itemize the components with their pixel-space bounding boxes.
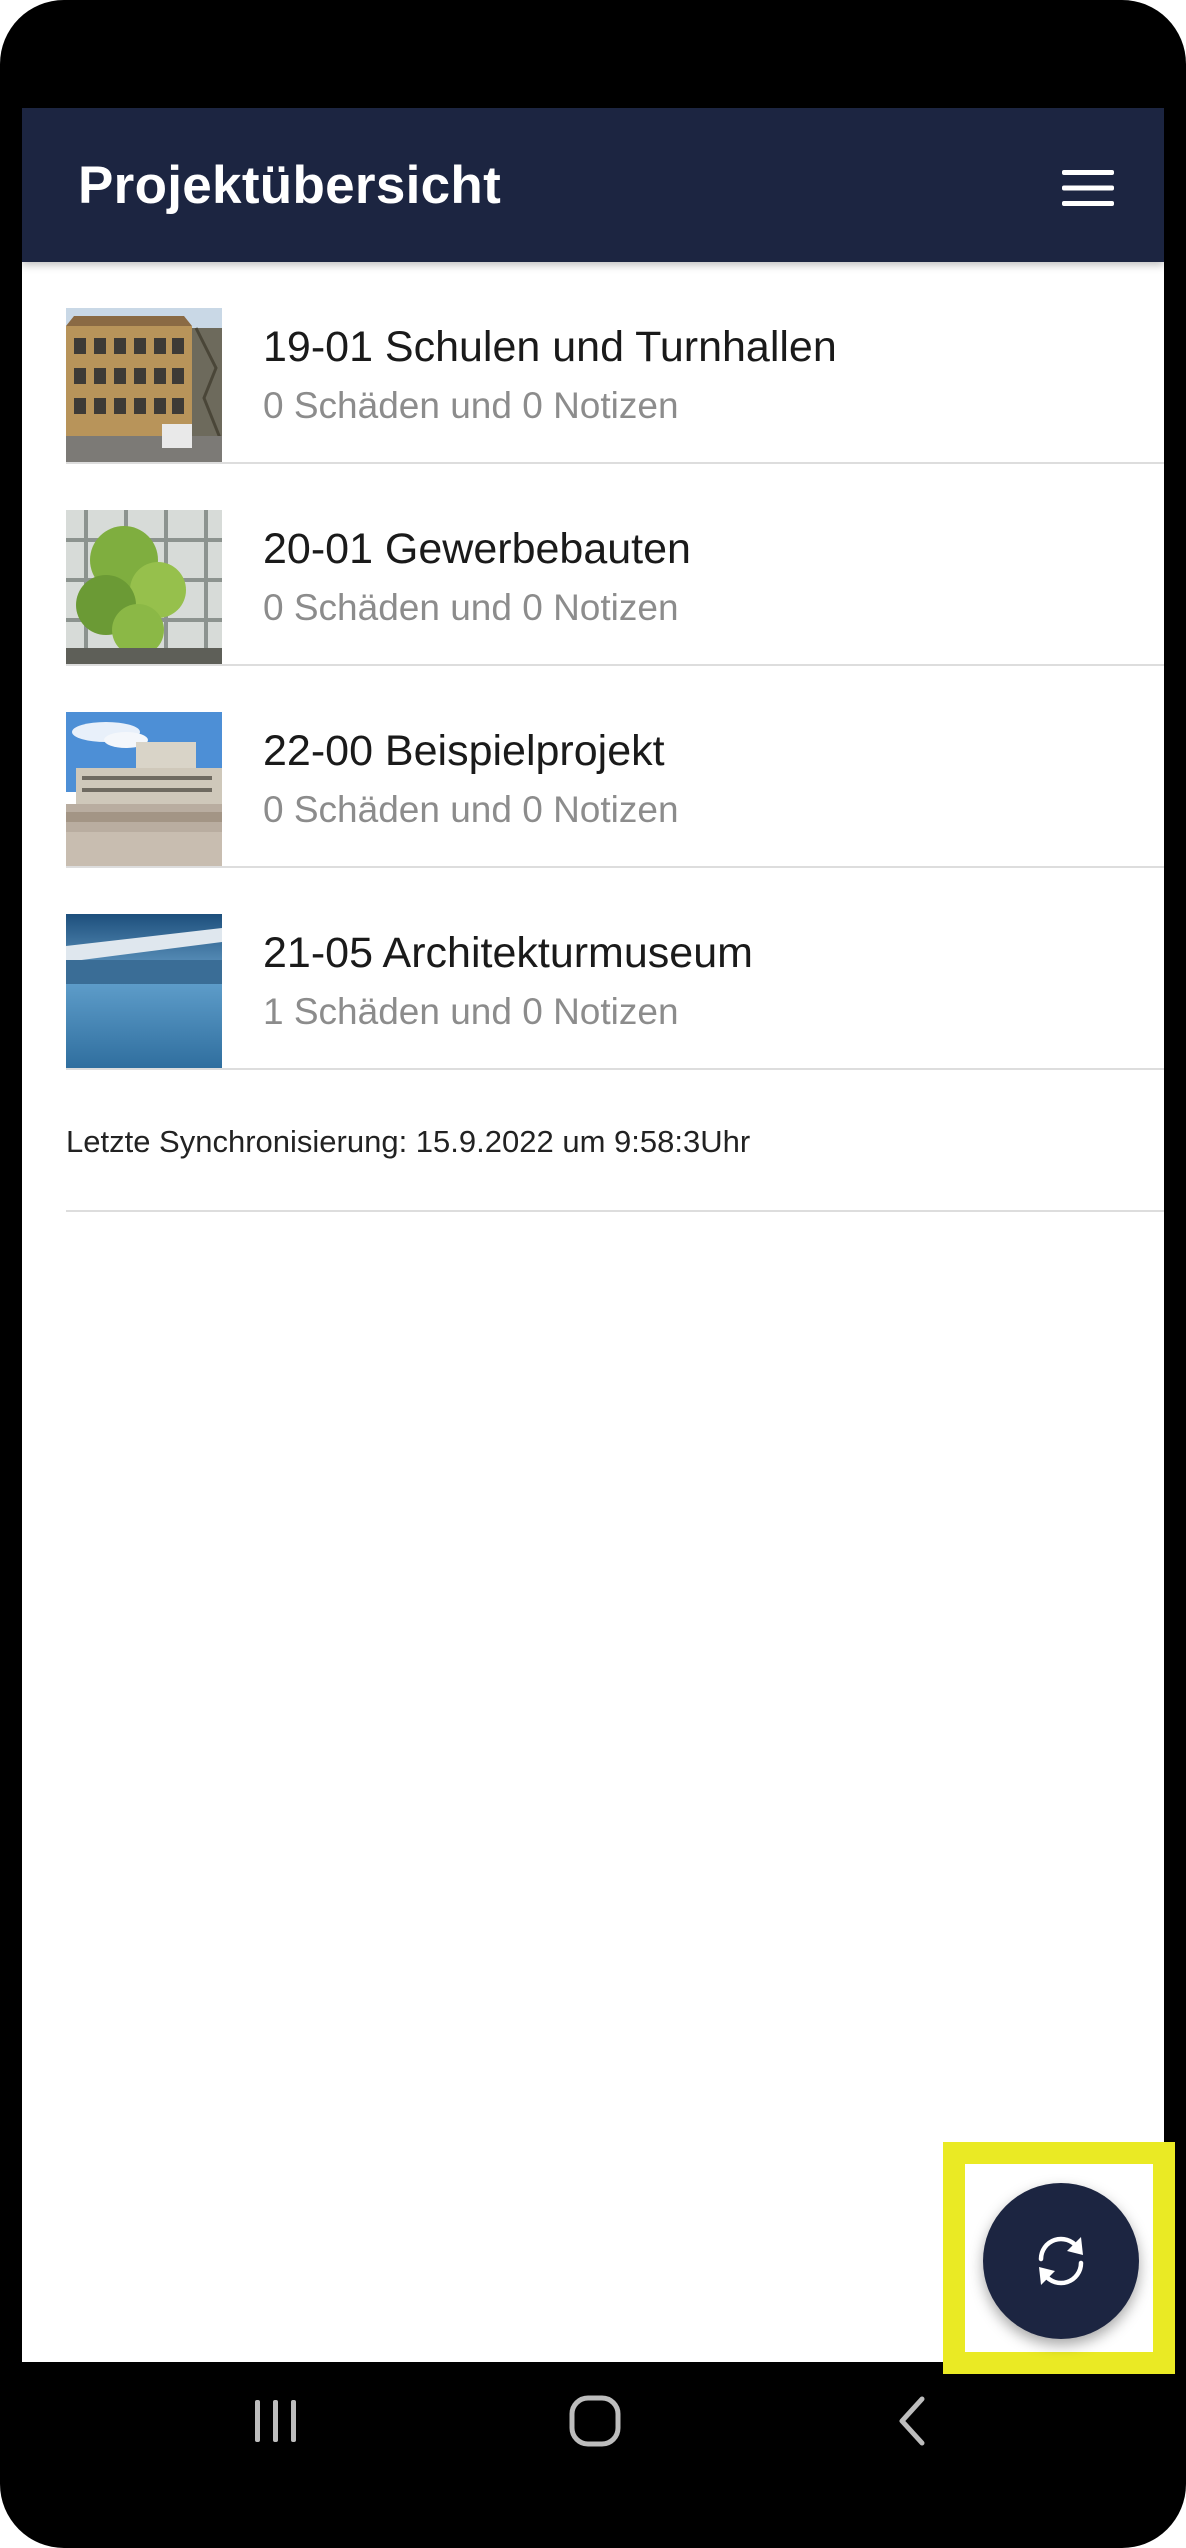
home-icon [569, 2395, 621, 2447]
project-title: 22-00 Beispielprojekt [263, 727, 665, 775]
project-item[interactable]: 19-01 Schulen und Turnhallen 0 Schäden u… [22, 262, 1164, 464]
project-thumbnail [66, 712, 222, 867]
system-nav-bar [22, 2362, 1164, 2480]
project-title: 21-05 Architekturmuseum [263, 929, 753, 977]
sync-status: Letzte Synchronisierung: 15.9.2022 um 9:… [22, 1070, 1164, 1212]
project-title: 20-01 Gewerbebauten [263, 525, 691, 573]
project-subtitle: 0 Schäden und 0 Notizen [263, 587, 679, 628]
project-thumbnail [66, 914, 222, 1069]
recents-icon [255, 2400, 296, 2442]
back-button[interactable] [832, 2362, 992, 2480]
project-list: 19-01 Schulen und Turnhallen 0 Schäden u… [22, 262, 1164, 1212]
phone-frame: Projektübersicht 19-01 Schulen und Turnh… [0, 0, 1186, 2548]
app-bar: Projektübersicht [22, 108, 1164, 262]
divider [66, 1210, 1164, 1212]
sync-button[interactable] [983, 2183, 1139, 2339]
page-title: Projektübersicht [78, 156, 502, 215]
back-icon [899, 2396, 925, 2446]
recents-button[interactable] [196, 2362, 356, 2480]
last-sync-text: Letzte Synchronisierung: 15.9.2022 um 9:… [66, 1124, 751, 1159]
hamburger-menu-icon [1062, 170, 1114, 206]
project-subtitle: 0 Schäden und 0 Notizen [263, 385, 679, 426]
project-subtitle: 1 Schäden und 0 Notizen [263, 991, 679, 1032]
sync-icon [1038, 2236, 1084, 2286]
project-thumbnail [66, 510, 222, 665]
project-item[interactable]: 20-01 Gewerbebauten 0 Schäden und 0 Noti… [22, 464, 1164, 666]
project-item[interactable]: 22-00 Beispielprojekt 0 Schäden und 0 No… [22, 666, 1164, 868]
project-title: 19-01 Schulen und Turnhallen [263, 323, 837, 371]
app-screen: Projektübersicht 19-01 Schulen und Turnh… [22, 108, 1164, 2362]
project-item[interactable]: 21-05 Architekturmuseum 1 Schäden und 0 … [22, 868, 1164, 1070]
project-subtitle: 0 Schäden und 0 Notizen [263, 789, 679, 830]
menu-button[interactable] [1052, 160, 1124, 216]
home-button[interactable] [515, 2362, 675, 2480]
project-thumbnail [66, 308, 222, 463]
